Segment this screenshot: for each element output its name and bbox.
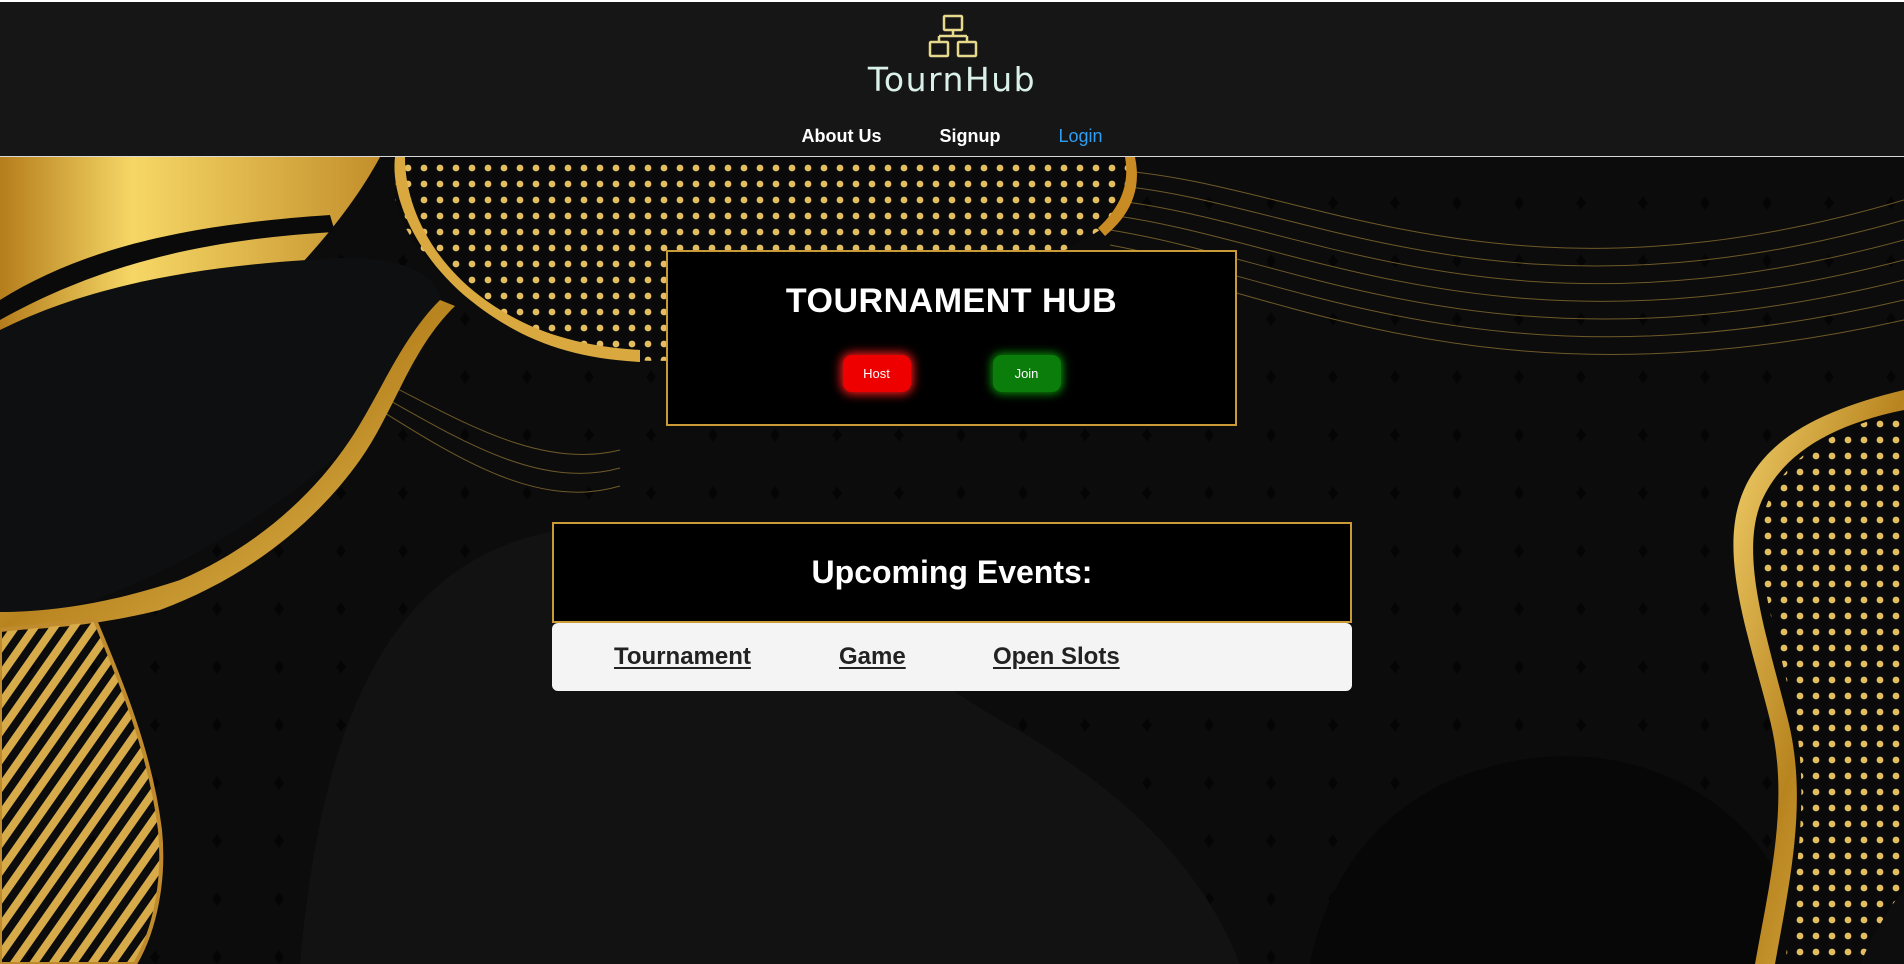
column-header-tournament[interactable]: Tournament [614, 643, 751, 671]
logo[interactable]: TournHub [0, 12, 1904, 99]
upcoming-events-panel: Upcoming Events: [552, 522, 1352, 623]
hub-actions: Host Join [668, 355, 1235, 392]
events-table-header: Tournament Game Open Slots [552, 623, 1352, 691]
column-header-game[interactable]: Game [839, 643, 906, 671]
host-button[interactable]: Host [842, 355, 911, 392]
events-title: Upcoming Events: [811, 554, 1093, 590]
tournament-hub-panel: TOURNAMENT HUB Host Join [666, 250, 1237, 426]
logo-text: TournHub [867, 60, 1037, 99]
nav-login[interactable]: Login [1058, 126, 1102, 147]
hub-title: TOURNAMENT HUB [785, 282, 1118, 320]
nav-about-us[interactable]: About Us [801, 126, 881, 147]
main-nav: About Us Signup Login [0, 126, 1904, 147]
nav-signup[interactable]: Signup [939, 126, 1000, 147]
network-hierarchy-icon [928, 14, 978, 58]
column-header-open-slots[interactable]: Open Slots [993, 643, 1120, 671]
site-header: TournHub About Us Signup Login [0, 0, 1904, 157]
join-button[interactable]: Join [992, 355, 1061, 392]
